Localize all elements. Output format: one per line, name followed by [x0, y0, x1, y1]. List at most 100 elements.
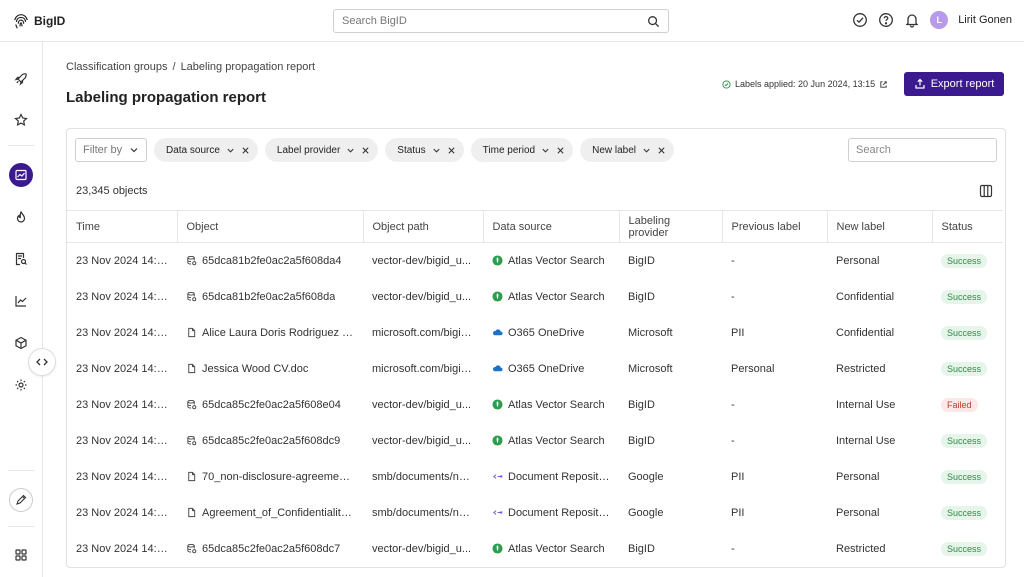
- column-header-time[interactable]: Time: [67, 210, 177, 243]
- table-row[interactable]: 23 Nov 2024 14:32 65dca85c2fe0ac2a5f608dc…: [67, 531, 1003, 567]
- close-icon[interactable]: [241, 146, 250, 155]
- table-row[interactable]: 23 Nov 2024 14:32 65dca85c2fe0ac2a5f608dc…: [67, 423, 1003, 459]
- sidebar-item-getting-started[interactable]: [9, 67, 33, 91]
- filter-chip-time-period[interactable]: Time period: [470, 138, 574, 162]
- data-source-name: Atlas Vector Search: [508, 434, 605, 447]
- search-icon[interactable]: [647, 15, 660, 28]
- sidebar-item-apps-grid[interactable]: [9, 543, 33, 567]
- column-header-labeling-provider[interactable]: Labeling provider: [618, 210, 722, 243]
- user-name[interactable]: Lirit Gonen: [958, 14, 1012, 26]
- cell-object[interactable]: 65dca81b2fe0ac2a5f608da: [177, 279, 363, 315]
- cell-object[interactable]: 65dca85c2fe0ac2a5f608dc7: [177, 531, 363, 567]
- app-name: BigID: [34, 14, 66, 28]
- cell-object-path: vector-dev/bigid_u...: [372, 398, 472, 411]
- sidebar-toggle-button[interactable]: [28, 348, 56, 376]
- export-report-button[interactable]: Export report: [904, 72, 1004, 96]
- cell-object[interactable]: Agreement_of_Confidentiality...: [177, 495, 363, 531]
- sidebar-item-favorites[interactable]: [9, 108, 33, 132]
- page-title: Labeling propagation report: [66, 89, 267, 106]
- filter-chip-label: New label: [592, 144, 637, 156]
- table-search[interactable]: [848, 138, 998, 162]
- sidebar-item-edit[interactable]: [9, 488, 33, 512]
- breadcrumb-parent[interactable]: Classification groups: [66, 61, 168, 73]
- chevron-down-icon[interactable]: [346, 146, 355, 155]
- close-icon[interactable]: [447, 146, 456, 155]
- sidebar-item-analytics[interactable]: [9, 289, 33, 313]
- sidebar-item-reports[interactable]: [9, 163, 33, 187]
- labels-applied-info: Labels applied: 20 Jun 2024, 13:15: [722, 79, 888, 89]
- filter-chip-data-source[interactable]: Data source: [154, 138, 258, 162]
- help-icon[interactable]: [878, 12, 894, 28]
- global-search-input[interactable]: [342, 15, 647, 27]
- app-logo[interactable]: BigID: [12, 12, 65, 30]
- data-source-name: Atlas Vector Search: [508, 254, 605, 267]
- cell-time: 23 Nov 2024 14:32: [76, 326, 169, 339]
- cell-new-label: Restricted: [836, 542, 886, 555]
- table-row[interactable]: 23 Nov 2024 14:32 Jessica Wood CV.doc micr…: [67, 351, 1003, 387]
- data-source-name: O365 OneDrive: [508, 326, 585, 339]
- grid-icon: [15, 549, 27, 561]
- cell-object[interactable]: 65dca81b2fe0ac2a5f608da4: [177, 243, 363, 279]
- column-header-object[interactable]: Object: [176, 210, 363, 243]
- cell-object[interactable]: 70_non-disclosure-agreemen...: [177, 459, 363, 495]
- external-link-icon[interactable]: [879, 80, 888, 89]
- table-row[interactable]: 23 Nov 2024 14:32 70_non-disclosure-agree…: [67, 459, 1003, 495]
- cell-object[interactable]: Jessica Wood CV.doc: [177, 351, 363, 387]
- table-row[interactable]: 23 Nov 2024 14:32 Alice Laura Doris Rodri…: [67, 315, 1003, 351]
- close-icon[interactable]: [657, 146, 666, 155]
- global-search[interactable]: [333, 9, 669, 33]
- filter-chip-status[interactable]: Status: [385, 138, 464, 162]
- chevron-down-icon[interactable]: [541, 146, 550, 155]
- status-badge: Success: [941, 289, 988, 304]
- column-header-object-path[interactable]: Object path: [362, 210, 483, 243]
- close-icon[interactable]: [361, 146, 370, 155]
- star-icon: [14, 113, 28, 127]
- filter-chip-label: Time period: [482, 144, 536, 156]
- filter-by-dropdown[interactable]: Filter by: [75, 138, 147, 162]
- avatar[interactable]: L: [930, 11, 949, 29]
- cell-labeling-provider: BigID: [628, 254, 655, 267]
- column-header-previous-label[interactable]: Previous label: [721, 210, 827, 243]
- data-source-name: Document Repository: [508, 470, 610, 483]
- table-header-row: Time Object Object path Data source Labe…: [67, 210, 1003, 243]
- cell-object[interactable]: 65dca85c2fe0ac2a5f608e04: [177, 387, 363, 423]
- table-row[interactable]: 23 Nov 2024 14:32 65dca81b2fe0ac2a5f608da…: [67, 243, 1003, 279]
- cell-object[interactable]: 65dca85c2fe0ac2a5f608dc9: [177, 423, 363, 459]
- database-icon: [187, 544, 197, 554]
- bell-icon[interactable]: [904, 12, 920, 28]
- columns-icon[interactable]: [979, 184, 993, 198]
- filter-chip-new-label[interactable]: New label: [580, 138, 675, 162]
- file-icon: [188, 471, 196, 482]
- table-row[interactable]: 23 Nov 2024 14:32 Agreement_of_Confidenti…: [67, 495, 1003, 531]
- cell-time: 23 Nov 2024 14:32: [76, 506, 169, 519]
- onedrive-cloud-icon: [492, 329, 503, 336]
- cell-new-label: Restricted: [836, 362, 886, 375]
- chevron-down-icon[interactable]: [642, 146, 651, 155]
- cell-time: 23 Nov 2024 14:32: [76, 362, 169, 375]
- column-header-data-source[interactable]: Data source: [482, 210, 619, 243]
- sidebar-item-remediation[interactable]: [9, 205, 33, 229]
- table-row[interactable]: 23 Nov 2024 14:32 65dca85c2fe0ac2a5f608e0…: [67, 387, 1003, 423]
- close-icon[interactable]: [556, 146, 565, 155]
- chevron-down-icon[interactable]: [432, 146, 441, 155]
- data-source-name: Atlas Vector Search: [508, 542, 605, 555]
- column-header-status[interactable]: Status: [931, 210, 1003, 243]
- cell-new-label: Personal: [836, 506, 880, 519]
- sidebar-item-applications[interactable]: [9, 331, 33, 355]
- chevron-down-icon[interactable]: [226, 146, 235, 155]
- sidebar-item-catalog[interactable]: [9, 247, 33, 271]
- column-header-new-label[interactable]: New label: [826, 210, 932, 243]
- sidebar-item-settings[interactable]: [9, 373, 33, 397]
- table-row[interactable]: 23 Nov 2024 14:32 65dca81b2fe0ac2a5f608da…: [67, 279, 1003, 315]
- status-badge: Success: [941, 541, 988, 556]
- cell-time: 23 Nov 2024 14:32: [76, 470, 169, 483]
- check-circle-icon[interactable]: [852, 12, 868, 28]
- filter-chip-label-provider[interactable]: Label provider: [264, 138, 379, 162]
- sidebar-divider: [8, 526, 34, 527]
- data-source-name: Document Repository: [508, 506, 610, 519]
- top-bar: BigID L Lirit Gonen: [0, 0, 1024, 42]
- cell-object[interactable]: Alice Laura Doris Rodriguez C...: [177, 315, 363, 351]
- table-search-input[interactable]: [856, 144, 998, 156]
- gear-icon: [15, 379, 27, 391]
- document-repository-icon: [493, 510, 503, 515]
